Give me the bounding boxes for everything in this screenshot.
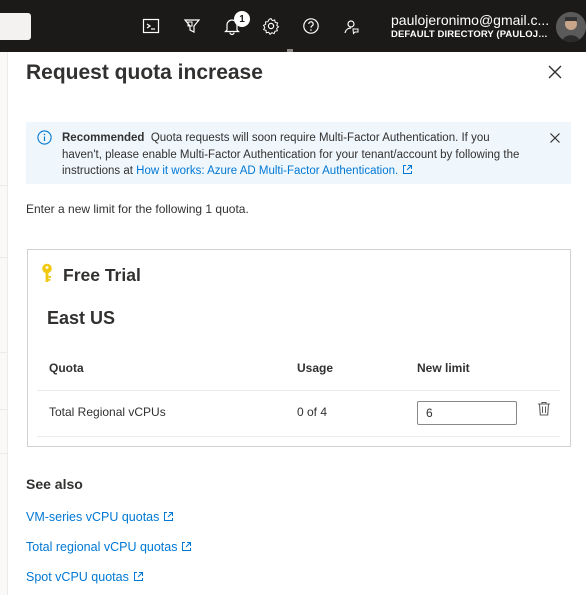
intro-text: Enter a new limit for the following 1 qu… xyxy=(26,202,249,216)
spot-quotas-link-label: Spot vCPU quotas xyxy=(26,570,129,584)
column-header-usage: Usage xyxy=(297,361,334,375)
see-also-heading: See also xyxy=(26,476,83,492)
account-directory: DEFAULT DIRECTORY (PAULOJER... xyxy=(391,29,551,40)
search-box[interactable] xyxy=(0,13,31,40)
quota-card: Free Trial East US Quota Usage New limit… xyxy=(27,249,571,447)
row-divider xyxy=(37,436,560,437)
total-regional-quotas-link[interactable]: Total regional vCPU quotas xyxy=(26,540,192,554)
external-link-icon xyxy=(403,165,413,174)
subscription-name: Free Trial xyxy=(63,265,141,285)
help-icon[interactable] xyxy=(299,14,323,38)
vm-series-quotas-link-label: VM-series vCPU quotas xyxy=(26,510,160,524)
request-quota-panel: Request quota increase Recommended Quota… xyxy=(9,52,586,595)
usage-cell: 0 of 4 xyxy=(297,405,328,419)
close-icon xyxy=(550,133,560,143)
mfa-docs-link-label: How it works: Azure AD Multi-Factor Auth… xyxy=(136,165,399,177)
background-blade xyxy=(0,52,8,595)
info-icon xyxy=(37,130,52,145)
column-header-new-limit: New limit xyxy=(417,361,470,375)
quota-name-cell: Total Regional vCPUs xyxy=(49,405,166,419)
banner-message: Recommended Quota requests will soon req… xyxy=(62,130,532,180)
new-limit-input[interactable] xyxy=(417,401,517,425)
directory-filter-icon[interactable] xyxy=(180,14,204,38)
mfa-docs-link[interactable]: How it works: Azure AD Multi-Factor Auth… xyxy=(136,165,413,177)
external-link-icon xyxy=(133,572,143,581)
avatar[interactable] xyxy=(556,12,586,42)
account-info[interactable]: paulojeronimo@gmail.c... DEFAULT DIRECTO… xyxy=(391,12,551,42)
banner-heading: Recommended xyxy=(62,132,145,144)
column-header-quota: Quota xyxy=(49,361,84,375)
header-divider xyxy=(37,390,560,391)
delete-quota-row-button[interactable] xyxy=(537,401,551,416)
recommendation-banner: Recommended Quota requests will soon req… xyxy=(26,122,571,184)
vm-series-quotas-link[interactable]: VM-series vCPU quotas xyxy=(26,510,174,524)
spot-quotas-link[interactable]: Spot vCPU quotas xyxy=(26,570,144,584)
cloud-shell-icon[interactable] xyxy=(139,14,163,38)
close-panel-button[interactable] xyxy=(545,62,565,82)
trash-icon xyxy=(538,401,550,416)
notifications-icon[interactable]: 1 xyxy=(220,11,250,38)
settings-icon[interactable] xyxy=(259,14,283,38)
external-link-icon xyxy=(182,542,192,551)
close-icon xyxy=(548,65,562,79)
account-email: paulojeronimo@gmail.c... xyxy=(391,12,550,28)
dismiss-banner-button[interactable] xyxy=(548,131,562,145)
panel-title: Request quota increase xyxy=(26,61,263,84)
key-icon xyxy=(42,263,52,282)
external-link-icon xyxy=(164,512,174,521)
region-name: East US xyxy=(47,308,116,328)
notification-badge: 1 xyxy=(234,11,250,27)
top-bar: 1 paulojeronimo@gmail.c... DEFAULT DIREC… xyxy=(0,0,586,52)
total-regional-quotas-link-label: Total regional vCPU quotas xyxy=(26,540,178,554)
feedback-icon[interactable] xyxy=(339,14,363,38)
